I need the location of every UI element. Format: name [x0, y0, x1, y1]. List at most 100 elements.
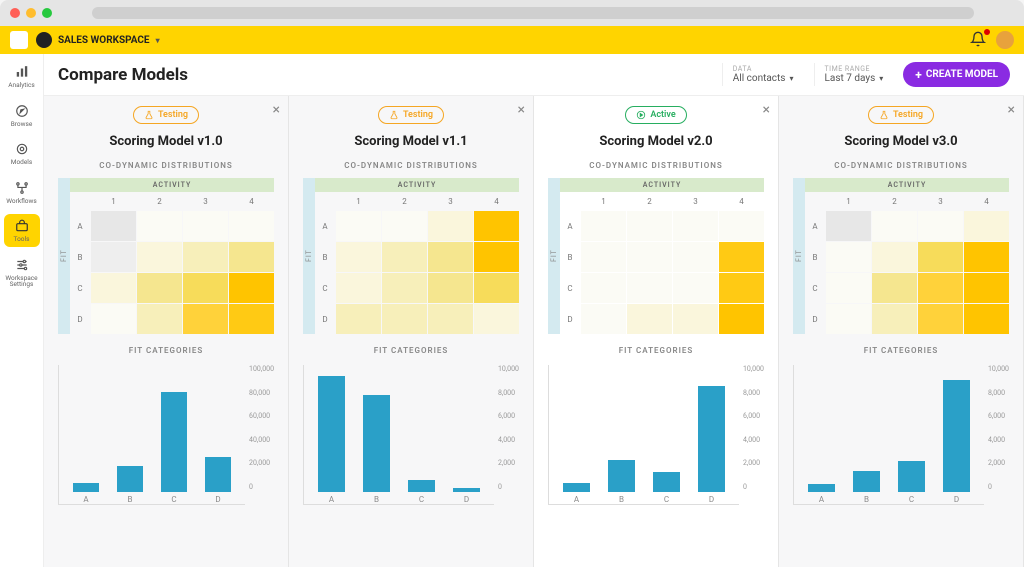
browser-chrome: [0, 0, 1024, 26]
model-status-pill: Active: [625, 106, 686, 124]
window-min-icon[interactable]: [26, 8, 36, 18]
bar-label: B: [128, 495, 133, 504]
heatmap-row-header: A: [70, 211, 90, 241]
bar-chart: A B C D 10,0008,0006,0004,0002,0000: [548, 365, 764, 505]
heatmap-row-header: A: [315, 211, 335, 241]
sidenav-item-models[interactable]: Models: [4, 137, 40, 170]
bar-label: D: [464, 495, 469, 504]
bar-ytick: 0: [988, 483, 1009, 491]
workspace-switcher[interactable]: SALES WORKSPACE ▾: [36, 32, 160, 48]
heatmap-col-header: 2: [137, 192, 182, 210]
heatmap-cell: [826, 304, 871, 334]
sidenav-item-label: Analytics: [8, 82, 35, 89]
bar-label: C: [419, 495, 424, 504]
heatmap-y-axis-label: FIT: [58, 178, 70, 334]
sidenav-item-label: Tools: [14, 236, 30, 243]
heatmap-y-axis-label: FIT: [548, 178, 560, 334]
bar-chart: A B C D 10,0008,0006,0004,0002,0000: [793, 365, 1009, 505]
sidenav-item-analytics[interactable]: Analytics: [4, 60, 40, 93]
bar-ytick: 6,000: [988, 412, 1009, 420]
bar: [161, 392, 188, 492]
heatmap: FIT ACTIVITY 1234ABCD: [548, 178, 764, 334]
close-card-button[interactable]: ×: [763, 102, 770, 118]
create-model-label: CREATE MODEL: [926, 69, 998, 80]
heatmap-cell: [137, 273, 182, 303]
heatmap-row-header: C: [805, 273, 825, 303]
bar-column: D: [447, 488, 486, 504]
target-icon: [14, 141, 30, 157]
bar-plot: A B C D: [58, 365, 245, 505]
chevron-down-icon: ▾: [156, 36, 160, 45]
create-model-button[interactable]: + CREATE MODEL: [903, 62, 1010, 87]
filter-time[interactable]: TIME RANGE Last 7 days▾: [814, 63, 894, 86]
heatmap-cell: [826, 242, 871, 272]
bar: [453, 488, 480, 492]
heatmap-cell: [918, 242, 963, 272]
model-card: × Testing Scoring Model v3.0 CO-DYNAMIC …: [779, 96, 1024, 567]
heatmap-cell: [382, 273, 427, 303]
bar-label: A: [83, 495, 88, 504]
window-max-icon[interactable]: [42, 8, 52, 18]
bar-ytick: 4,000: [988, 436, 1009, 444]
bar-column: A: [802, 484, 841, 504]
bar-column: D: [692, 386, 731, 504]
bar-label: D: [215, 495, 220, 504]
heatmap-cell: [918, 211, 963, 241]
close-card-button[interactable]: ×: [273, 102, 280, 118]
heatmap-cell: [581, 273, 626, 303]
heatmap-row-header: B: [70, 242, 90, 272]
bar: [318, 376, 345, 492]
bar-label: A: [574, 495, 579, 504]
window-close-icon[interactable]: [10, 8, 20, 18]
model-status-pill: Testing: [378, 106, 444, 124]
heatmap-title: CO-DYNAMIC DISTRIBUTIONS: [793, 161, 1009, 170]
heatmap: FIT ACTIVITY 1234ABCD: [303, 178, 519, 334]
bar-column: B: [847, 471, 886, 504]
bar-label: C: [171, 495, 176, 504]
heatmap-cell: [673, 304, 718, 334]
heatmap-cell: [382, 211, 427, 241]
bar-ytick: 4,000: [743, 436, 764, 444]
sidenav-item-workflows[interactable]: Workflows: [4, 176, 40, 209]
filter-data[interactable]: DATA All contacts▾: [722, 63, 804, 86]
heatmap-cell: [673, 211, 718, 241]
heatmap-cell: [428, 304, 473, 334]
heatmap-cell: [229, 242, 274, 272]
heatmap-cell: [964, 304, 1009, 334]
app-logo-icon[interactable]: [10, 31, 28, 49]
heatmap-cell: [183, 304, 228, 334]
main-area: Compare Models DATA All contacts▾ TIME R…: [44, 54, 1024, 567]
heatmap-cell: [474, 273, 519, 303]
bar-ytick: 20,000: [249, 459, 274, 467]
heatmap-cell: [91, 211, 136, 241]
bar-column: C: [647, 472, 686, 504]
heatmap-cell: [627, 211, 672, 241]
bars-icon: [14, 64, 30, 80]
close-card-button[interactable]: ×: [518, 102, 525, 118]
heatmap-cell: [229, 211, 274, 241]
sidenav-item-tools[interactable]: Tools: [4, 214, 40, 247]
bar-ytick: 0: [743, 483, 764, 491]
barchart-title: FIT CATEGORIES: [548, 346, 764, 355]
bar-column: A: [312, 376, 351, 504]
sidenav-item-workspace-settings[interactable]: Workspace Settings: [4, 253, 40, 292]
heatmap-title: CO-DYNAMIC DISTRIBUTIONS: [303, 161, 519, 170]
sliders-icon: [14, 257, 30, 273]
user-avatar[interactable]: [996, 31, 1014, 49]
heatmap-row-header: A: [560, 211, 580, 241]
heatmap-col-header: 3: [183, 192, 228, 210]
url-bar[interactable]: [92, 7, 974, 19]
bar-label: B: [619, 495, 624, 504]
heatmap-cell: [382, 242, 427, 272]
heatmap-col-header: 3: [673, 192, 718, 210]
notifications-button[interactable]: [970, 31, 988, 49]
heatmap-cell: [91, 304, 136, 334]
page-title: Compare Models: [58, 65, 712, 85]
heatmap-cell: [719, 304, 764, 334]
bar-ytick: 0: [498, 483, 519, 491]
heatmap-row-header: B: [560, 242, 580, 272]
close-card-button[interactable]: ×: [1008, 102, 1015, 118]
sidenav-item-browse[interactable]: Browse: [4, 99, 40, 132]
model-name: Scoring Model v2.0: [548, 134, 764, 149]
bar-y-axis: 100,00080,00060,00040,00020,0000: [245, 365, 274, 491]
